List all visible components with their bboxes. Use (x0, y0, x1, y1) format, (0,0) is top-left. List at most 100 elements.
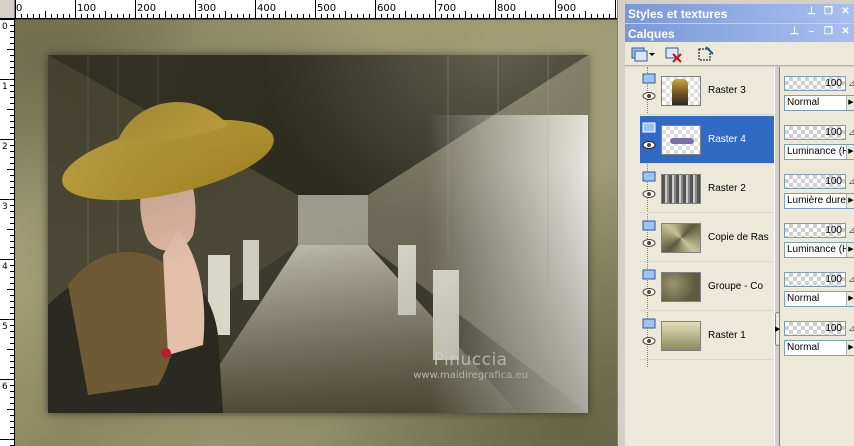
ruler-tick (10, 181, 14, 182)
ruler-corner (0, 0, 15, 18)
close-icon[interactable]: ✕ (840, 27, 851, 38)
ruler-tick (117, 14, 118, 18)
ruler-tick (387, 14, 388, 18)
ruler-tick (309, 14, 310, 18)
layer-row-copie-de-raster[interactable]: Copie de Ras (640, 214, 776, 262)
layer-props: 100 ⊿ Luminance (H) ▶ (782, 116, 854, 164)
pin-icon[interactable]: ⊥ (806, 7, 817, 18)
image-canvas-area[interactable]: 0 100 200 300 400 500 600 700 800 900 0 … (0, 0, 617, 446)
ruler-tick (10, 37, 14, 38)
ruler-tick (183, 14, 184, 18)
ruler-label: 0 (2, 22, 8, 32)
layers-palette-title: Calques (628, 27, 675, 41)
opacity-slider-icon[interactable]: ⊿ (848, 274, 854, 286)
blend-mode-select[interactable]: Normal ▶ (784, 291, 854, 307)
pin-icon[interactable]: ⊥ (789, 27, 800, 38)
eye-icon[interactable] (642, 91, 656, 101)
ruler-tick (7, 49, 14, 50)
ruler-tick (87, 14, 88, 18)
restore-icon[interactable]: ❐ (823, 27, 834, 38)
delete-layer-icon[interactable] (665, 45, 683, 63)
layer-name: Raster 3 (708, 85, 746, 96)
opacity-field[interactable]: 100 (784, 125, 846, 140)
layer-props: 100 ⊿ Lumière dure ▶ (782, 165, 854, 213)
layer-row-groupe-copie[interactable]: Groupe - Co (640, 263, 776, 311)
ruler-tick (471, 14, 472, 18)
ruler-tick (531, 14, 532, 18)
layer-row-raster-1[interactable]: Raster 1 (640, 312, 776, 360)
eye-icon[interactable] (642, 287, 656, 297)
layer-row-raster-4[interactable]: Raster 4 (640, 116, 776, 164)
ruler-tick (10, 361, 14, 362)
opacity-field[interactable]: 100 (784, 223, 846, 238)
layer-row-raster-3[interactable]: Raster 3 (640, 67, 776, 115)
ruler-tick (123, 14, 124, 18)
layers-palette-titlebar[interactable]: Calques ⊥ – ❐ ✕ (625, 24, 854, 43)
ruler-tick (597, 14, 598, 18)
opacity-slider-icon[interactable]: ⊿ (848, 323, 854, 335)
horizontal-ruler: 0 100 200 300 400 500 600 700 800 900 (0, 0, 617, 19)
ruler-tick (159, 14, 160, 18)
ruler-tick (327, 14, 328, 18)
eye-icon[interactable] (642, 140, 656, 150)
opacity-field[interactable]: 100 (784, 321, 846, 336)
layer-row-raster-2[interactable]: Raster 2 (640, 165, 776, 213)
ruler-tick (10, 217, 14, 218)
restore-icon[interactable]: ❐ (823, 7, 834, 18)
ruler-tick (10, 253, 14, 254)
layers-splitter[interactable]: ▶ (774, 67, 780, 446)
layer-name: Groupe - Co (708, 281, 764, 292)
ruler-tick (10, 43, 14, 44)
ruler-tick (10, 433, 14, 434)
ruler-tick (10, 331, 14, 332)
opacity-slider-icon[interactable]: ⊿ (848, 78, 854, 90)
watermark-name: Pinuccia (433, 350, 508, 370)
ruler-tick (10, 265, 14, 266)
ruler-label: 700 (437, 3, 457, 14)
eye-icon[interactable] (642, 336, 656, 346)
ruler-tick (141, 14, 142, 18)
ruler-tick (7, 109, 14, 110)
ruler-tick (279, 14, 280, 18)
dropdown-arrow-icon: ▶ (846, 292, 854, 306)
new-layer-dropdown-icon[interactable] (647, 45, 657, 63)
ruler-tick (255, 0, 256, 18)
opacity-field[interactable]: 100 (784, 272, 846, 287)
blend-mode-select[interactable]: Normal ▶ (784, 95, 854, 111)
opacity-slider-icon[interactable]: ⊿ (848, 127, 854, 139)
ruler-tick (10, 235, 14, 236)
ruler-tick (10, 127, 14, 128)
eye-icon[interactable] (642, 238, 656, 248)
chevron-right-icon[interactable]: ▶ (775, 325, 780, 333)
ruler-tick (0, 379, 14, 380)
ruler-tick (10, 397, 14, 398)
opacity-slider-icon[interactable]: ⊿ (848, 176, 854, 188)
ruler-tick (7, 169, 14, 170)
ruler-label: 5 (2, 322, 8, 332)
ruler-tick (345, 11, 346, 18)
ruler-tick (10, 133, 14, 134)
close-icon[interactable]: ✕ (840, 7, 851, 18)
ruler-tick (0, 259, 14, 260)
selection-to-layer-icon[interactable] (697, 45, 715, 63)
opacity-slider-icon[interactable]: ⊿ (848, 225, 854, 237)
blend-mode-select[interactable]: Lumière dure ▶ (784, 193, 854, 209)
layer-thumbnail (661, 321, 701, 351)
layer-thumbnail (661, 272, 701, 302)
opacity-field[interactable]: 100 (784, 174, 846, 189)
blend-mode-select[interactable]: Normal ▶ (784, 340, 854, 356)
ruler-tick (591, 14, 592, 18)
raster-layer-icon (642, 73, 656, 84)
opacity-field[interactable]: 100 (784, 76, 846, 91)
minimize-icon[interactable]: – (806, 27, 817, 38)
styles-palette-titlebar[interactable]: Styles et textures ⊥ ❐ ✕ (625, 4, 854, 23)
artwork-frame[interactable]: Pinuccia www.maidiregrafica.eu (15, 20, 617, 446)
ruler-tick (10, 121, 14, 122)
ruler-tick (561, 14, 562, 18)
ruler-tick (273, 14, 274, 18)
blend-mode-select[interactable]: Luminance (H) ▶ (784, 144, 854, 160)
ruler-tick (10, 277, 14, 278)
ruler-tick (69, 14, 70, 18)
eye-icon[interactable] (642, 189, 656, 199)
blend-mode-select[interactable]: Luminance (H) ▶ (784, 242, 854, 258)
